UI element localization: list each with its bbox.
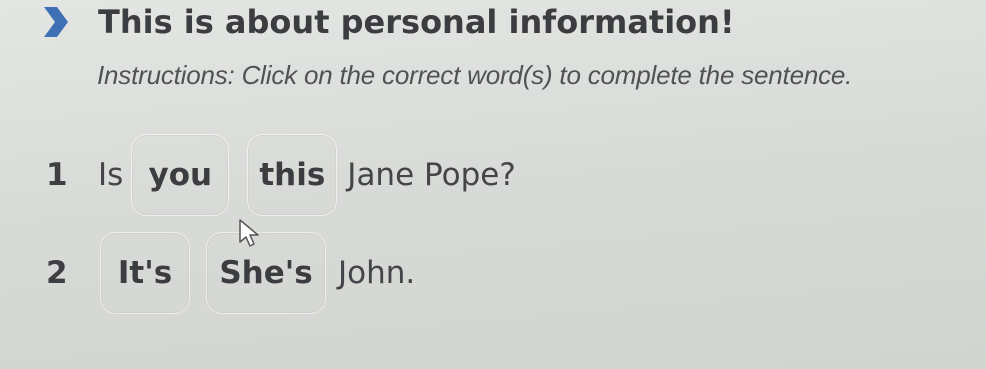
option-you-button[interactable]: you xyxy=(131,134,230,216)
option-this-button[interactable]: this xyxy=(247,134,338,216)
question-number: 2 xyxy=(46,255,68,291)
page-title: This is about personal information! xyxy=(98,3,735,41)
sentence-suffix: John. xyxy=(338,255,416,291)
mouse-cursor-icon xyxy=(238,218,262,248)
sentence-prefix: Is xyxy=(98,157,124,193)
sentence-suffix: Jane Pope? xyxy=(347,157,516,193)
question-2: 2 It's She's John. xyxy=(46,230,415,316)
header: This is about personal information! xyxy=(40,0,735,44)
question-number: 1 xyxy=(46,157,68,193)
question-1: 1 Is you this Jane Pope? xyxy=(46,132,516,218)
option-shes-button[interactable]: She's xyxy=(206,232,326,314)
instructions-text: Instructions: Click on the correct word(… xyxy=(97,60,853,90)
option-its-button[interactable]: It's xyxy=(100,232,190,314)
chevron-right-icon xyxy=(40,5,70,39)
